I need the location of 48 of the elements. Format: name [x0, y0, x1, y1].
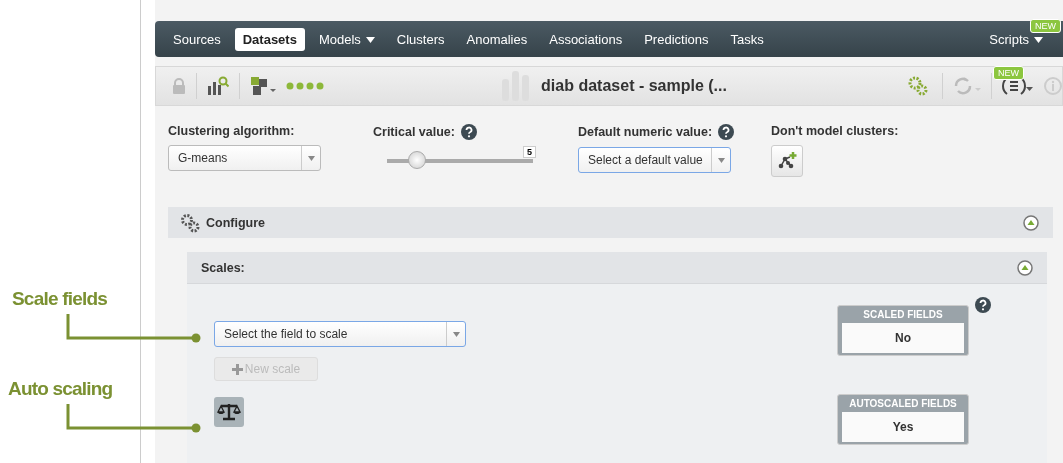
configure-header[interactable]: Configure	[168, 207, 1053, 238]
help-icon[interactable]	[975, 297, 991, 313]
slider-value: 5	[523, 146, 536, 158]
section-title: Configure	[206, 215, 266, 230]
dataset-title: diab dataset - sample (...	[541, 77, 727, 95]
chart-search-icon[interactable]	[207, 76, 229, 96]
nav-tab[interactable]: Associations	[541, 27, 631, 51]
card-value: Yes	[842, 412, 964, 442]
caret-icon	[717, 157, 725, 163]
callout-label: Scale fields	[12, 288, 107, 310]
slider-thumb[interactable]	[407, 151, 426, 169]
nav-tab[interactable]: Predictions	[636, 27, 717, 51]
caret-icon	[1034, 37, 1043, 44]
section-title: Scales:	[201, 260, 245, 275]
caret-icon	[452, 331, 460, 337]
collapse-icon[interactable]	[1017, 259, 1033, 276]
network-plus-icon	[777, 151, 797, 171]
gears-icon	[180, 212, 200, 233]
field-label: Clustering algorithm:	[168, 124, 296, 138]
field-label: Default numeric value:	[578, 125, 713, 139]
algorithm-select[interactable]: G-means	[168, 145, 321, 171]
nav-tab[interactable]: Sources	[165, 27, 229, 51]
new-badge: NEW	[993, 66, 1024, 80]
numbers-icon[interactable]	[250, 76, 276, 96]
new-badge: NEW	[1030, 19, 1061, 33]
field-label: Don't model clusters:	[771, 124, 899, 138]
balance-icon	[217, 402, 241, 422]
default-value-select[interactable]: Select a default value	[578, 147, 731, 173]
help-icon[interactable]	[461, 124, 477, 140]
nav-tab[interactable]: Tasks	[722, 27, 772, 51]
caret-icon	[307, 155, 315, 161]
field-select[interactable]: Select the field to scale	[214, 321, 466, 347]
help-icon[interactable]	[718, 124, 735, 140]
formula-icon[interactable]	[1002, 76, 1034, 96]
plus-icon	[231, 363, 243, 375]
nav-tab[interactable]: Clusters	[388, 27, 453, 51]
nav-tab[interactable]: Anomalies	[458, 27, 536, 51]
add-cluster-button[interactable]	[771, 145, 803, 177]
card-label: AUTOSCALED FIELDS	[849, 398, 957, 409]
nav-tab[interactable]: Models	[310, 27, 383, 51]
field-label: Critical value:	[373, 125, 455, 139]
callout-label: Auto scaling	[8, 378, 113, 400]
card-label: SCALED FIELDS	[863, 309, 943, 320]
card-value: No	[842, 323, 964, 353]
nav-tab[interactable]: Datasets	[234, 27, 305, 51]
progress-dots-icon	[286, 82, 324, 90]
collapse-icon[interactable]	[1023, 214, 1039, 231]
scale-balance-button[interactable]	[214, 397, 244, 427]
